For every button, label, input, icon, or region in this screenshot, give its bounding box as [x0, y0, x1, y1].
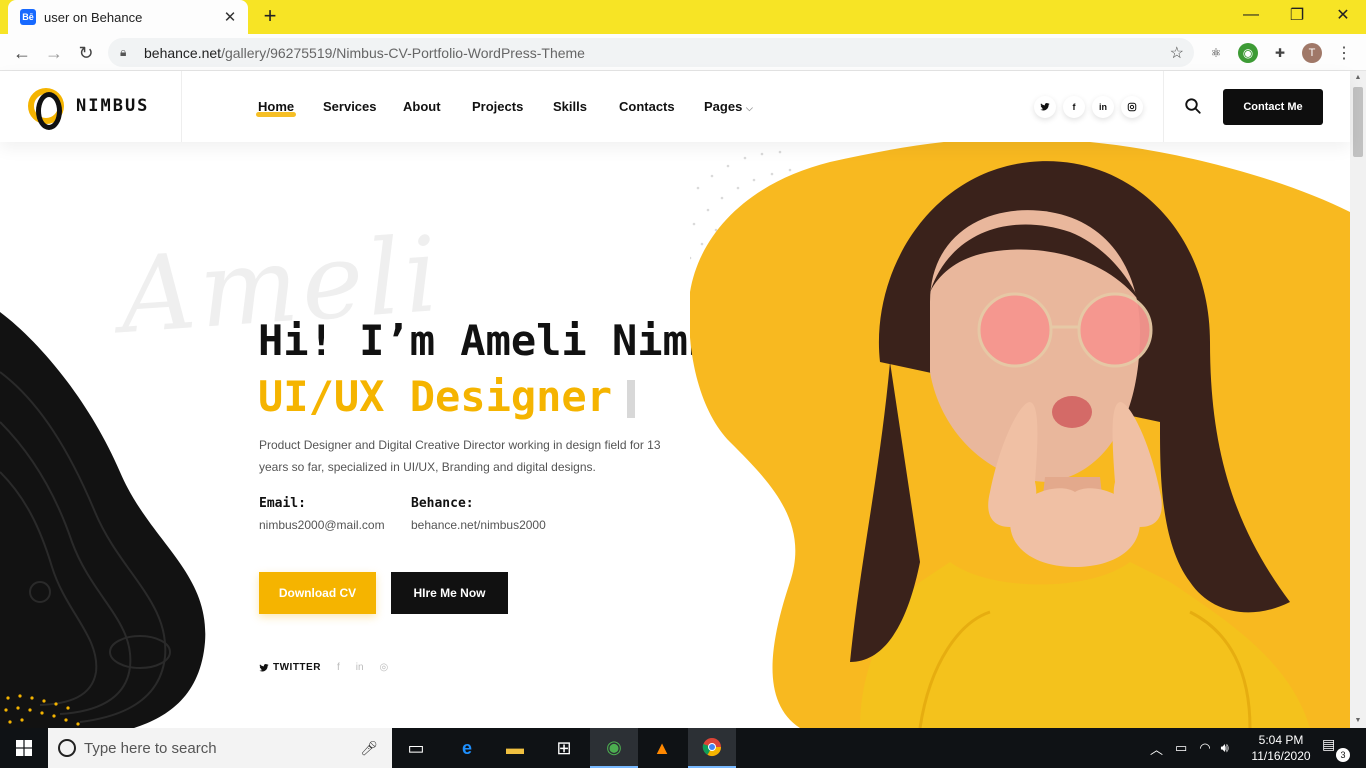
taskbar-clock[interactable]: 5:04 PM 11/16/2020 — [1246, 732, 1316, 764]
scroll-up-icon[interactable]: ▲ — [1350, 71, 1366, 85]
new-tab-button[interactable]: + — [258, 5, 282, 29]
hero-role: UI/UX Designer — [258, 372, 613, 421]
reload-button[interactable]: ↻ — [74, 41, 98, 65]
chrome-menu-icon[interactable]: ⋮ — [1334, 43, 1354, 63]
nav-projects[interactable]: Projects — [472, 99, 523, 114]
email-value[interactable]: nimbus2000@mail.com — [259, 518, 385, 532]
battery-icon[interactable]: ▭ — [1175, 740, 1187, 756]
notification-badge: 3 — [1336, 748, 1350, 762]
address-bar[interactable]: 🔒︎ behance.net/gallery/96275519/Nimbus-C… — [108, 38, 1194, 67]
instagram-icon[interactable]: ◎ — [380, 662, 389, 673]
close-window-button[interactable]: ✕ — [1320, 0, 1366, 30]
globe-app-icon[interactable]: ◉ — [590, 728, 638, 768]
browser-tab[interactable]: Bē user on Behance ✕ — [8, 0, 248, 34]
nav-contacts[interactable]: Contacts — [619, 99, 675, 114]
logo-mark-icon — [28, 88, 64, 130]
hero-social-links: TWITTER f in ◎ — [259, 662, 388, 673]
logo-wordmark: NIMBUS — [76, 96, 150, 116]
browser-toolbar: ← → ↻ 🔒︎ behance.net/gallery/96275519/Ni… — [0, 34, 1366, 71]
extension-globe-icon[interactable]: ◉ — [1238, 43, 1258, 63]
facebook-icon[interactable]: f — [337, 662, 340, 673]
profile-avatar[interactable]: T — [1302, 43, 1322, 63]
windows-logo-icon — [16, 740, 32, 756]
windows-start-button[interactable] — [0, 728, 48, 768]
search-icon[interactable] — [1184, 97, 1202, 115]
url-text: behance.net/gallery/96275519/Nimbus-CV-P… — [144, 44, 585, 61]
nav-skills[interactable]: Skills — [553, 99, 587, 114]
system-tray: ︿ ▭ ◠ 🔊︎ — [1150, 728, 1229, 768]
minimize-button[interactable]: — — [1228, 0, 1274, 30]
microphone-icon[interactable]: 🎤︎ — [360, 740, 378, 757]
taskbar-search-box[interactable]: Type here to search 🎤︎ — [48, 728, 392, 768]
topographic-blob-shape — [0, 312, 206, 728]
email-label: Email: — [259, 496, 306, 511]
clock-time: 5:04 PM — [1258, 733, 1304, 747]
close-tab-icon[interactable]: ✕ — [220, 8, 240, 26]
typing-cursor — [627, 380, 635, 418]
header-divider — [181, 71, 182, 142]
chevron-down-icon: ⌵ — [745, 103, 753, 113]
lock-icon: 🔒︎ — [120, 45, 127, 59]
header-divider — [1163, 71, 1164, 142]
twitter-link[interactable]: TWITTER — [273, 662, 321, 673]
clock-date: 11/16/2020 — [1251, 749, 1311, 763]
nimbus-logo[interactable]: NIMBUS — [28, 88, 150, 130]
hero-section: Ameli Hi! I’m Ameli Nimbus - UI/UX Desig… — [0, 142, 1350, 728]
twitter-icon[interactable] — [1034, 96, 1056, 118]
nav-home[interactable]: Home — [255, 99, 297, 117]
windows-taskbar: Type here to search 🎤︎ ▭ e ▬ ⊞ ◉ ▲ ︿ ▭ ◠… — [0, 728, 1366, 768]
contact-me-button[interactable]: Contact Me — [1223, 89, 1323, 125]
chrome-icon[interactable] — [688, 728, 736, 768]
notification-center-icon[interactable]: ▤ 3 — [1322, 736, 1350, 762]
browser-tab-strip: Bē user on Behance ✕ + — ❐ ✕ — [0, 0, 1366, 34]
back-button[interactable]: ← — [10, 41, 34, 65]
instagram-icon[interactable] — [1121, 96, 1143, 118]
yellow-dots-decoration — [4, 694, 80, 726]
edge-icon[interactable]: e — [443, 728, 491, 768]
notification-icon: ▤ — [1322, 736, 1336, 752]
facebook-icon[interactable]: f — [1063, 96, 1085, 118]
bookmark-star-icon[interactable]: ☆ — [1170, 43, 1184, 63]
behance-label: Behance: — [411, 496, 474, 511]
hire-me-button[interactable]: HIre Me Now — [391, 572, 508, 614]
cortana-icon — [58, 739, 76, 757]
nav-pages-label: Pages — [704, 99, 743, 114]
linkedin-icon[interactable]: in — [1092, 96, 1114, 118]
behance-value[interactable]: behance.net/nimbus2000 — [411, 518, 546, 532]
tab-title: user on Behance — [44, 9, 143, 25]
hero-description: Product Designer and Digital Creative Di… — [259, 438, 661, 474]
react-devtools-icon[interactable]: ⚛ — [1206, 43, 1226, 63]
behance-favicon-icon: Bē — [20, 9, 36, 25]
chrome-logo-icon — [702, 738, 721, 757]
restore-button[interactable]: ❐ — [1274, 0, 1320, 30]
scroll-down-icon[interactable]: ▼ — [1350, 714, 1366, 728]
microsoft-store-icon[interactable]: ⊞ — [540, 728, 588, 768]
wifi-icon[interactable]: ◠ — [1199, 740, 1210, 756]
chevron-up-icon[interactable]: ︿ — [1150, 739, 1163, 758]
nav-about[interactable]: About — [403, 99, 441, 114]
file-explorer-icon[interactable]: ▬ — [491, 728, 539, 768]
hero-portrait-image — [690, 142, 1350, 728]
twitter-icon[interactable] — [259, 663, 269, 673]
page-scrollbar[interactable]: ▲ ▼ — [1350, 71, 1366, 728]
linkedin-icon[interactable]: in — [356, 662, 364, 673]
nav-pages[interactable]: Pages ⌵ — [704, 99, 753, 114]
search-placeholder: Type here to search — [84, 739, 217, 757]
download-cv-button[interactable]: Download CV — [259, 572, 376, 614]
task-view-icon[interactable]: ▭ — [392, 728, 440, 768]
forward-button[interactable]: → — [42, 41, 66, 65]
extensions-puzzle-icon[interactable]: ✚ — [1270, 43, 1290, 63]
volume-icon[interactable]: 🔊︎ — [1221, 740, 1229, 756]
scrollbar-thumb[interactable] — [1353, 87, 1363, 157]
site-header: NIMBUS Home Services About Projects Skil… — [0, 71, 1350, 142]
vlc-icon[interactable]: ▲ — [638, 728, 686, 768]
nav-services[interactable]: Services — [323, 99, 377, 114]
